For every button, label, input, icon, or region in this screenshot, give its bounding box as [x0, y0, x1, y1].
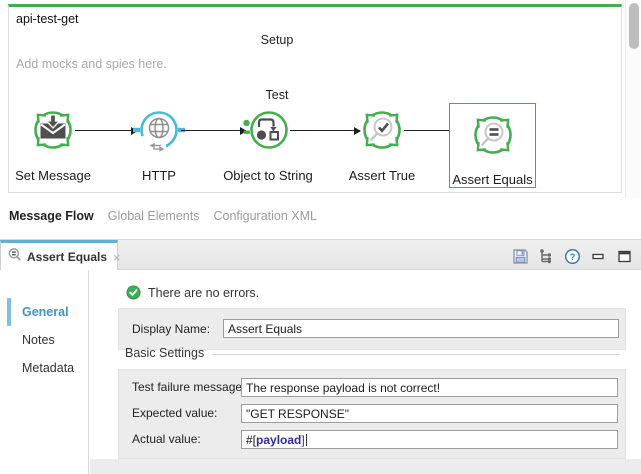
form-bottom-strip: [90, 459, 641, 474]
component-label: Assert True: [334, 168, 430, 183]
component-label: Set Message: [5, 168, 101, 183]
svg-text:?: ?: [569, 252, 575, 263]
close-tab-icon[interactable]: ×: [113, 250, 121, 265]
properties-toolbar: ?: [511, 245, 633, 267]
display-name-input[interactable]: [223, 319, 619, 338]
set-message-icon: [27, 104, 79, 156]
basic-settings-group: Test failure message: Expected value: Ac…: [118, 369, 626, 459]
component-set-message[interactable]: Set Message: [5, 98, 101, 184]
maximize-icon[interactable]: [615, 247, 633, 265]
component-label: HTTP: [111, 168, 207, 183]
studio-screen: api-test-get Setup Add mocks and spies h…: [0, 0, 641, 474]
save-icon[interactable]: [511, 247, 529, 265]
tab-global-elements[interactable]: Global Elements: [108, 209, 200, 223]
component-object-to-string[interactable]: Object to String: [220, 98, 316, 184]
status-row: There are no errors.: [126, 285, 259, 300]
basic-settings-title: Basic Settings: [125, 346, 204, 360]
properties-tabbar: Assert Equals ×: [0, 239, 641, 270]
http-icon: [133, 104, 185, 156]
component-assert-true[interactable]: Assert True: [334, 98, 430, 184]
tab-configuration-xml[interactable]: Configuration XML: [213, 209, 317, 223]
status-message: There are no errors.: [148, 286, 259, 300]
expected-value-input[interactable]: [241, 404, 618, 423]
setup-lane-label: Setup: [9, 33, 545, 47]
test-failure-message-input[interactable]: [241, 378, 618, 397]
display-name-label: Display Name:: [132, 322, 210, 336]
canvas-vertical-scrollbar[interactable]: [625, 0, 641, 198]
actual-value-input[interactable]: #[payload]: [241, 430, 618, 449]
properties-form: There are no errors. Display Name: Basic…: [90, 270, 641, 474]
tab-message-flow[interactable]: Message Flow: [9, 209, 94, 223]
component-http[interactable]: HTTP: [111, 98, 207, 184]
properties-tab-label: Assert Equals: [27, 250, 107, 264]
expression-prefix: #[: [246, 433, 256, 447]
assert-equals-tab-icon: [7, 247, 22, 267]
editor-view-tabs: Message Flow Global Elements Configurati…: [9, 209, 317, 223]
section-divider: [212, 354, 620, 355]
component-assert-equals[interactable]: Assert Equals: [449, 103, 536, 188]
properties-tab-assert-equals[interactable]: Assert Equals ×: [0, 240, 118, 271]
setup-hint: Add mocks and spies here.: [16, 57, 167, 71]
component-label: Object to String: [220, 168, 316, 183]
assert-equals-icon: [467, 109, 519, 161]
expression-suffix: ]: [301, 433, 304, 447]
object-to-string-icon: [242, 104, 294, 156]
properties-sidebar: General Notes Metadata: [0, 270, 89, 474]
component-label: Assert Equals: [450, 172, 535, 187]
minimize-icon[interactable]: [589, 247, 607, 265]
sidebar-item-notes[interactable]: Notes: [0, 328, 88, 352]
test-failure-message-label: Test failure message:: [132, 380, 245, 394]
no-errors-check-icon: [126, 285, 141, 300]
hierarchy-icon[interactable]: [537, 247, 555, 265]
assert-true-icon: [356, 104, 408, 156]
expression-token: payload: [256, 433, 301, 447]
display-name-group: Display Name:: [118, 308, 626, 350]
actual-value-label: Actual value:: [132, 432, 201, 446]
scrollbar-thumb[interactable]: [629, 3, 639, 49]
expected-value-label: Expected value:: [132, 406, 217, 420]
sidebar-item-general[interactable]: General: [0, 300, 88, 324]
help-icon[interactable]: ?: [563, 247, 581, 265]
sidebar-item-metadata[interactable]: Metadata: [0, 356, 88, 380]
text-cursor: [306, 434, 307, 446]
flow-title: api-test-get: [16, 12, 79, 26]
